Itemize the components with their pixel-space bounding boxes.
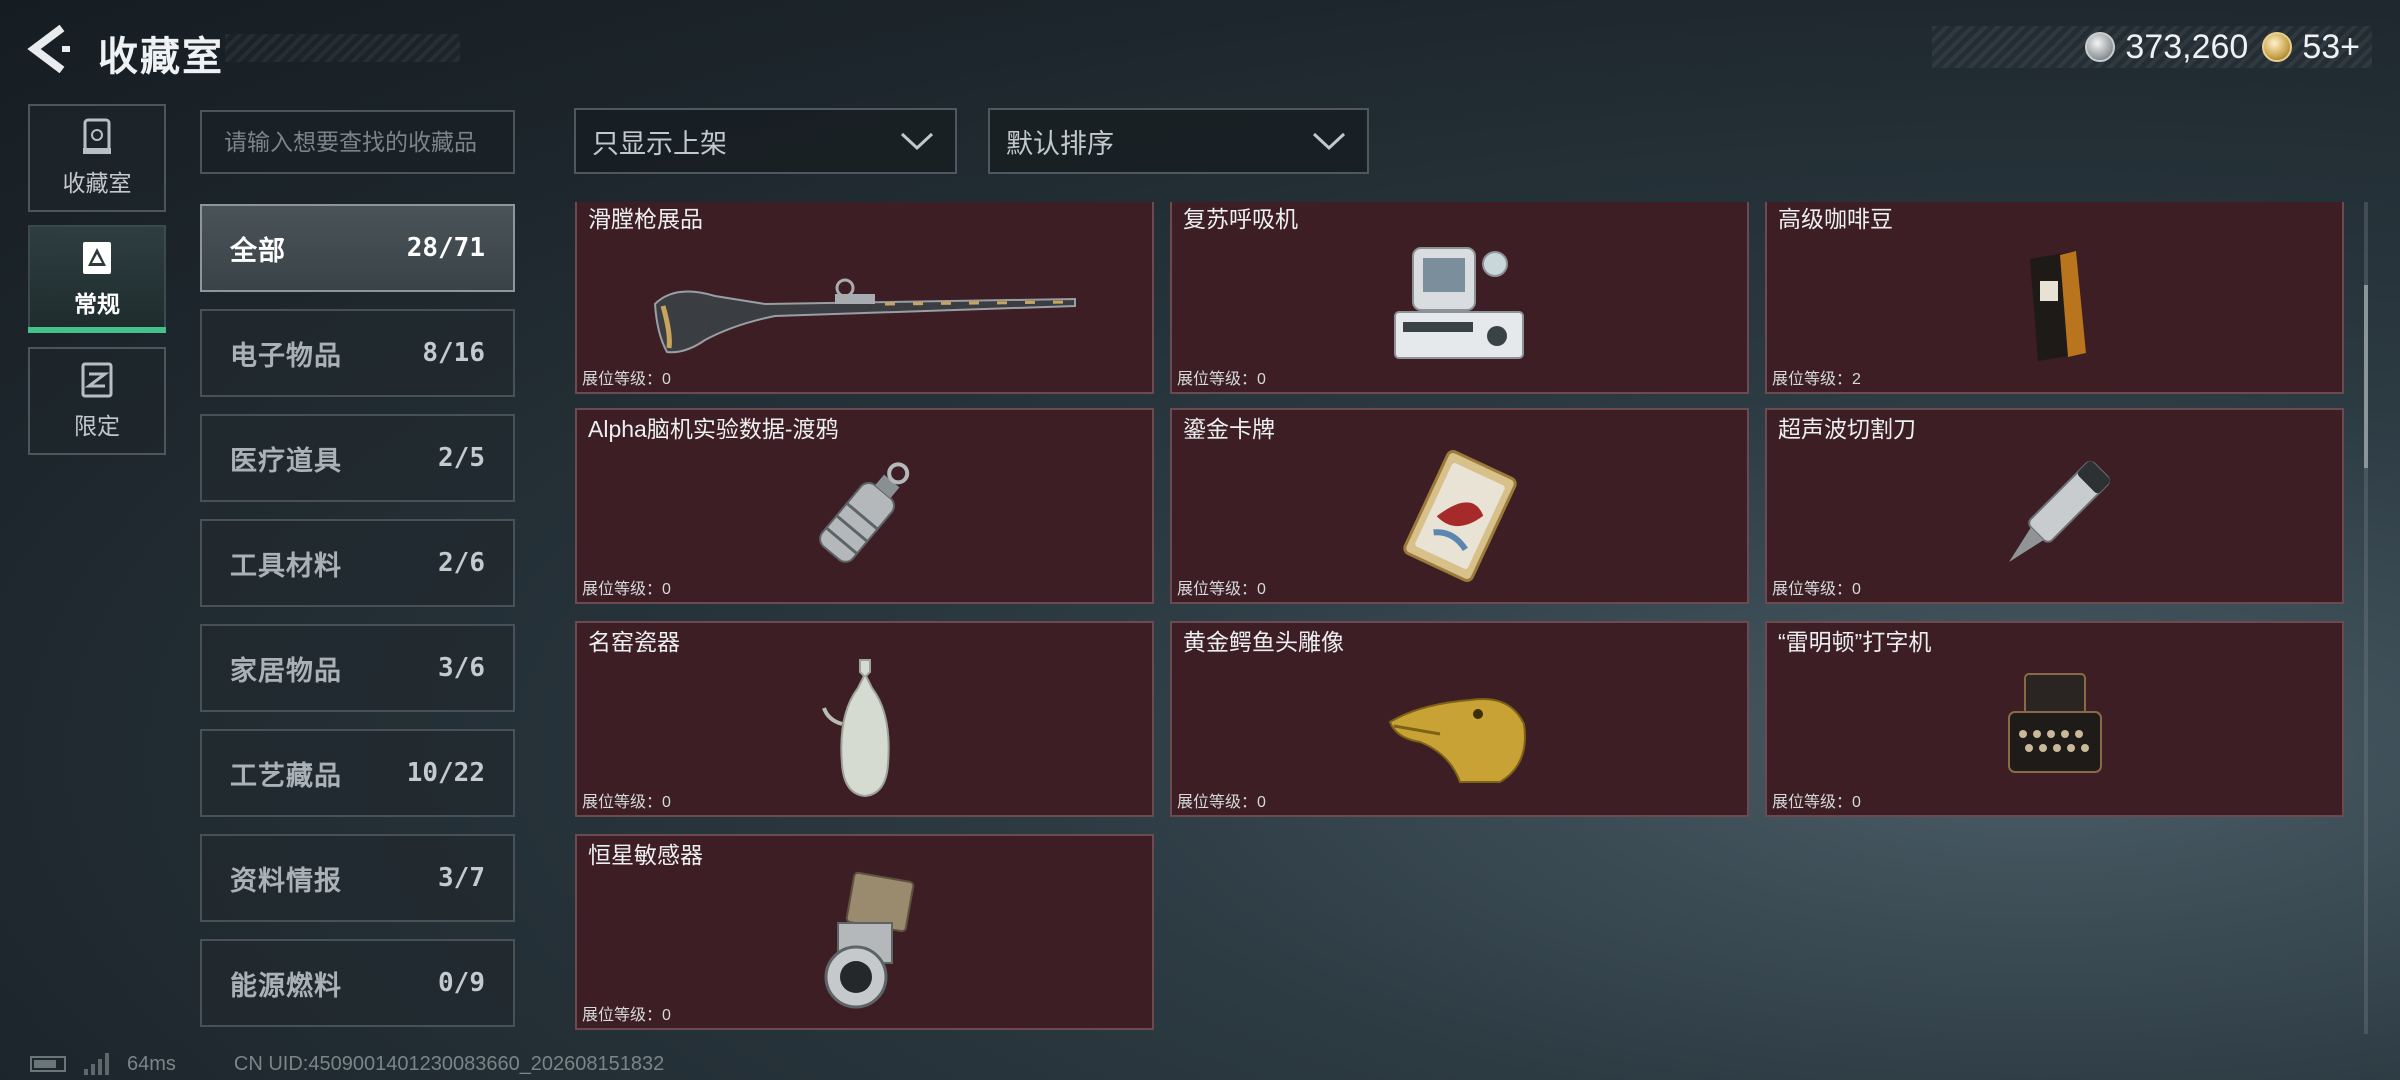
silver-currency[interactable]: 373,260 [2085,28,2248,67]
booth-level: 展位等级：0 [1772,794,1861,811]
booth-level: 展位等级：0 [1177,794,1266,811]
booth-level: 展位等级：0 [1177,581,1266,598]
collection-card[interactable]: 复苏呼吸机 展位等级：0 [1170,202,1749,394]
category-count: 10/22 [406,758,485,788]
collection-card[interactable]: 超声波切割刀 展位等级：0 [1765,408,2344,604]
item-name: 复苏呼吸机 [1183,206,1298,232]
crocodile-statue-icon [1388,698,1526,783]
category-all[interactable]: 全部 28/71 [200,204,515,292]
scroll-thumb[interactable] [2364,285,2368,469]
category-count: 3/7 [438,863,485,893]
collection-card[interactable]: Alpha脑机实验数据-渡鸦 展位等级：0 [575,408,1154,604]
signal-icon [84,1053,109,1075]
currency-bar: 373,260 53+ [1932,26,2372,68]
booth-level: 展位等级：0 [582,371,671,388]
uid-text: CN UID:4509001401230083660_202608151832 [233,1052,665,1075]
booth-level: 展位等级：0 [582,794,671,811]
sort-dropdown[interactable]: 默认排序 [988,108,1369,174]
coffee-bag-icon [2029,251,2086,361]
status-footer: 64ms CN UID:4509001401230083660_20260815… [30,1048,664,1080]
item-name: 超声波切割刀 [1778,416,1916,442]
category-name: 医疗道具 [230,445,342,476]
sort-value: 默认排序 [1006,128,1114,159]
category-name: 家居物品 [230,655,342,686]
collection-card[interactable]: “雷明顿”打字机 展位等级：0 [1765,621,2344,817]
typewriter-icon [2007,673,2102,773]
gold-currency[interactable]: 53+ [2262,28,2360,67]
battery-icon [30,1056,66,1072]
category-household[interactable]: 家居物品 3/6 [200,624,515,712]
grid-scrollbar[interactable] [2364,202,2368,1034]
data-canister-icon [818,462,909,563]
ultrasonic-knife-icon [2008,460,2110,562]
category-count: 8/16 [422,338,485,368]
category-crafts[interactable]: 工艺藏品 10/22 [200,729,515,817]
chevron-down-icon [900,132,934,151]
category-name: 工艺藏品 [230,760,342,791]
category-count: 2/5 [438,443,485,473]
category-electronics[interactable]: 电子物品 8/16 [200,309,515,397]
musket-icon [653,278,1076,354]
search-input[interactable] [200,110,515,174]
category-intel[interactable]: 资料情报 3/7 [200,834,515,922]
collection-grid[interactable]: 滑膛枪展品 展位等级：0 复苏呼吸机 展位等级：0 高级咖啡豆 展位等级：2 A… [575,202,2345,1034]
rail-tab-label: 常规 [74,291,120,317]
category-name: 能源燃料 [230,970,342,1001]
collection-room-icon [83,118,111,154]
chevron-down-icon [1312,132,1346,151]
collection-card[interactable]: 高级咖啡豆 展位等级：2 [1765,202,2344,394]
display-filter-dropdown[interactable]: 只显示上架 [574,108,957,174]
item-name: 鎏金卡牌 [1183,416,1275,442]
item-name: 滑膛枪展品 [588,206,703,232]
category-count: 3/6 [438,653,485,683]
rail-tab-regular[interactable]: 常规 [28,225,166,333]
item-name: “雷明顿”打字机 [1778,629,1932,655]
category-name: 工具材料 [230,550,342,581]
booth-level: 展位等级：2 [1772,371,1861,388]
item-name: 名窑瓷器 [588,629,680,655]
booth-level: 展位等级：0 [582,581,671,598]
silver-coin-icon [2085,32,2116,62]
category-name: 全部 [230,235,286,266]
ventilator-icon [1393,247,1524,359]
category-tools[interactable]: 工具材料 2/6 [200,519,515,607]
porcelain-vase-icon [821,659,890,798]
star-sensor-icon [824,871,914,1009]
collection-card[interactable]: 鎏金卡牌 展位等级：0 [1170,408,1749,604]
back-arrow-icon [27,24,70,74]
collection-card[interactable]: 滑膛枪展品 展位等级：0 [575,202,1154,394]
collection-card[interactable]: 名窑瓷器 展位等级：0 [575,621,1154,817]
category-fuel[interactable]: 能源燃料 0/9 [200,939,515,1027]
booth-level: 展位等级：0 [582,1007,671,1024]
rail-tab-limited[interactable]: 限定 [28,347,166,455]
collection-card[interactable]: 恒星敏感器 展位等级：0 [575,834,1154,1030]
gold-coin-icon [2262,32,2293,62]
rail-tab-label: 限定 [74,413,120,439]
gilded-card-icon [1402,450,1517,582]
collection-card[interactable]: 黄金鳄鱼头雕像 展位等级：0 [1170,621,1749,817]
rail-tab-collection-room[interactable]: 收藏室 [28,104,166,212]
limited-icon [81,362,113,398]
item-name: 恒星敏感器 [588,842,703,868]
latency-text: 64ms [127,1052,176,1075]
item-name: 黄金鳄鱼头雕像 [1183,629,1344,655]
category-count: 0/9 [438,968,485,998]
category-count: 28/71 [406,233,485,263]
booth-level: 展位等级：0 [1772,581,1861,598]
category-name: 资料情报 [230,865,342,896]
title-decoration [225,34,460,62]
category-count: 2/6 [438,548,485,578]
back-button[interactable] [24,22,72,76]
item-name: 高级咖啡豆 [1778,206,1893,232]
booth-level: 展位等级：0 [1177,371,1266,388]
gold-currency-value: 53+ [2302,27,2360,66]
regular-icon [83,242,111,274]
page-title: 收藏室 [98,35,224,79]
rail-tab-label: 收藏室 [62,170,132,196]
item-name: Alpha脑机实验数据-渡鸦 [588,416,839,442]
display-filter-value: 只显示上架 [592,128,727,159]
silver-currency-value: 373,260 [2125,27,2249,66]
category-medical[interactable]: 医疗道具 2/5 [200,414,515,502]
category-name: 电子物品 [230,340,342,371]
